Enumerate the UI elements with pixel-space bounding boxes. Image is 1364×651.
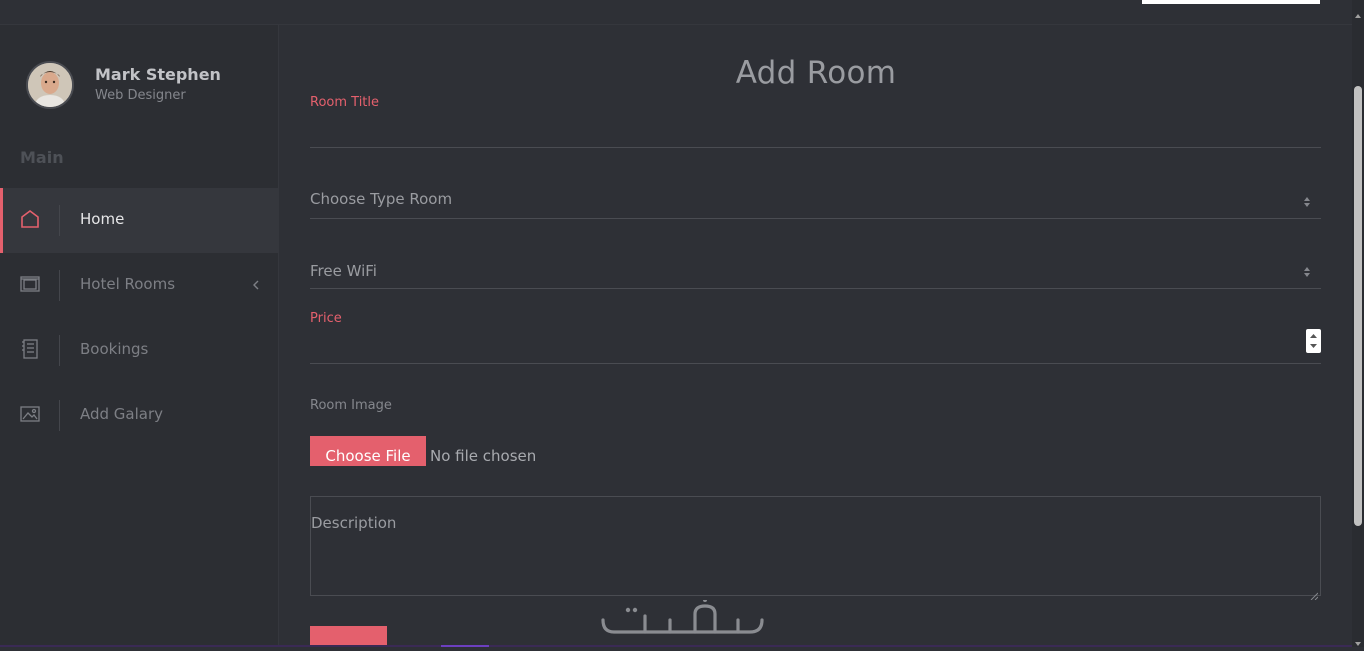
top-bar <box>0 0 1352 25</box>
wifi-value: Free WiFi <box>310 262 377 280</box>
sidebar-nav: Home Hotel Rooms Bookings Add Galary <box>0 188 279 448</box>
scroll-down-icon[interactable] <box>1355 632 1361 646</box>
sidebar: Mark Stephen Web Designer Main Home Hote… <box>0 25 279 647</box>
select-arrows-icon <box>1303 263 1311 277</box>
scroll-thumb[interactable] <box>1354 86 1362 526</box>
resize-grip-icon[interactable] <box>1310 585 1319 601</box>
room-title-field[interactable]: Room Title <box>310 95 1321 148</box>
profile-role: Web Designer <box>95 88 186 103</box>
sidebar-item-label: Add Galary <box>80 405 164 423</box>
price-field[interactable]: Price <box>310 311 1321 364</box>
vertical-scrollbar[interactable] <box>1352 0 1364 647</box>
sidebar-item-bookings[interactable]: Bookings <box>0 318 279 383</box>
nav-divider <box>59 270 60 301</box>
user-profile: Mark Stephen Web Designer <box>26 61 221 109</box>
price-stepper[interactable] <box>1306 329 1321 353</box>
description-placeholder: Description <box>311 514 397 532</box>
room-image-label-row: Room Image <box>310 398 1321 416</box>
khamsat-watermark-logo <box>601 600 764 634</box>
sidebar-item-label: Bookings <box>80 340 149 358</box>
nav-section-label: Main <box>20 148 64 167</box>
choose-file-button[interactable]: Choose File <box>310 436 426 466</box>
sidebar-item-home[interactable]: Home <box>0 188 279 253</box>
description-textarea[interactable]: Description <box>310 496 1321 601</box>
nav-divider <box>59 335 60 366</box>
top-bar-search-box[interactable] <box>1142 0 1320 4</box>
file-status: No file chosen <box>430 447 537 465</box>
room-title-label: Room Title <box>310 95 380 110</box>
nav-divider <box>59 400 60 431</box>
sidebar-item-label: Home <box>80 210 125 228</box>
main-content: Add Room Room Title Choose Type Room Fre… <box>280 25 1352 647</box>
room-type-select[interactable]: Choose Type Room <box>310 178 1321 219</box>
home-icon <box>20 209 40 229</box>
page-title: Add Room <box>735 55 897 91</box>
select-arrows-icon <box>1303 193 1311 207</box>
sidebar-item-label: Hotel Rooms <box>80 275 176 293</box>
sidebar-item-add-galary[interactable]: Add Galary <box>0 383 279 448</box>
profile-name: Mark Stephen <box>95 65 221 84</box>
rooms-icon <box>20 274 40 294</box>
file-input[interactable]: Choose File No file chosen <box>310 436 536 466</box>
room-image-label: Room Image <box>310 398 392 413</box>
gallery-icon <box>20 404 40 424</box>
room-type-value: Choose Type Room <box>310 190 453 208</box>
avatar[interactable] <box>26 61 74 109</box>
bookings-icon <box>20 339 40 359</box>
sidebar-item-hotel-rooms[interactable]: Hotel Rooms <box>0 253 279 318</box>
nav-divider <box>59 205 60 236</box>
submit-button[interactable] <box>310 626 387 647</box>
wifi-select[interactable]: Free WiFi <box>310 249 1321 289</box>
chevron-left-icon[interactable] <box>251 277 261 291</box>
price-label: Price <box>310 311 342 326</box>
scroll-up-icon[interactable] <box>1355 4 1361 18</box>
